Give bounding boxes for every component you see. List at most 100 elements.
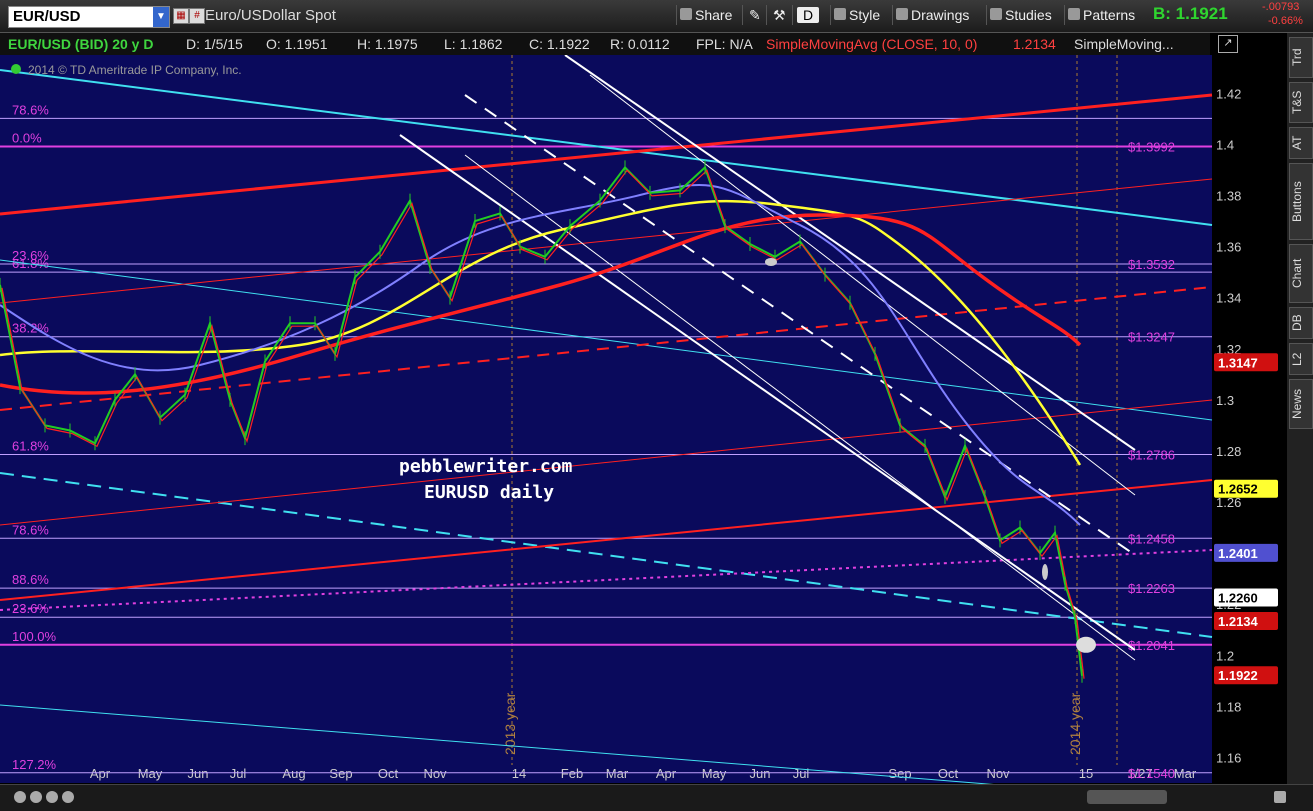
sma-value: 1.2134 [1013,36,1056,52]
bid-price: B: 1.1921 [1153,4,1228,23]
fib-label: 100.0% [12,629,57,644]
fpl-readout: FPL: N/A [696,36,753,52]
marker-dot [765,258,777,266]
fib-label: 78.6% [12,522,49,537]
chart-settings-icon[interactable]: ↗ [1218,35,1238,53]
zoom-in-icon[interactable] [30,791,42,803]
change-absolute: -.00793 [1262,1,1300,13]
chart-scrollbar[interactable] [1087,790,1167,804]
aggregation-button[interactable]: D [792,5,823,25]
x-tick-label: Oct [938,766,959,781]
date-readout: D: 1/5/15 [186,36,243,52]
copyright-text: 2014 © TD Ameritrade IP Company, Inc. [28,63,242,77]
symbol-input[interactable]: EUR/USD ▼ [8,6,170,28]
fib-price-label: $1.3247 [1128,330,1175,345]
x-tick-label: Jun [188,766,209,781]
y-tick-label: 1.16 [1216,750,1241,765]
sidebar-tab[interactable]: Trd [1289,37,1313,78]
marker-dot [1042,564,1048,580]
sma-label: SimpleMovingAvg (CLOSE, 10, 0) [766,36,978,52]
x-tick-label: Sep [888,766,911,781]
y-tick-label: 1.3 [1216,393,1234,408]
price-tag-value: 1.2134 [1218,614,1259,629]
zoom-out-icon[interactable] [14,791,26,803]
x-tick-label: 15 [1079,766,1093,781]
y-tick-label: 1.38 [1216,188,1241,203]
sidebar-tab[interactable]: Buttons [1289,163,1313,240]
x-tick-label: 14 [512,766,526,781]
x-tick-label: May [702,766,727,781]
fib-label: 127.2% [12,757,57,772]
change-percent: -0.66% [1268,15,1303,27]
expand-icon[interactable] [11,64,21,74]
sidebar-tab[interactable]: AT [1289,127,1313,159]
pencil-button[interactable]: ✎ [742,5,767,25]
alert-icon[interactable]: ▦ [173,8,189,24]
fib-price-label: $1.2263 [1128,581,1175,596]
close-readout: C: 1.1922 [529,36,590,52]
y-tick-label: 1.42 [1216,86,1241,101]
style-icon [834,8,846,20]
share-icon [680,8,692,20]
x-tick-label: Sep [329,766,352,781]
fib-price-label: $1.3532 [1128,257,1175,272]
x-tick-label: Feb [561,766,583,781]
x-tick-label: Mar [1174,766,1197,781]
high-readout: H: 1.1975 [357,36,418,52]
zoom-icon[interactable] [46,791,58,803]
fib-label: 0.0% [12,130,42,145]
y-tick-label: 1.4 [1216,137,1234,152]
x-tick-label: Aug [282,766,305,781]
zoom-fit-icon[interactable] [62,791,74,803]
x-tick-label: Mar [606,766,629,781]
marker-circle [1076,636,1096,653]
open-readout: O: 1.1951 [266,36,328,52]
y-tick-label: 1.34 [1216,291,1241,306]
instrument-label: EUR/USD (BID) 20 y D [8,36,154,52]
y-tick-label: 1.28 [1216,444,1241,459]
y-tick-label: 1.36 [1216,240,1241,255]
price-chart[interactable]: 1.421.41.381.361.341.321.31.281.261.241.… [0,55,1287,785]
sidebar-tab[interactable]: DB [1289,307,1313,339]
x-tick-label: May [138,766,163,781]
link-icon[interactable]: # [189,8,205,24]
sidebar-tab[interactable]: T&S [1289,82,1313,123]
sidebar-tab[interactable]: Chart [1289,244,1313,303]
studies-icon [990,8,1002,20]
sidebar-tab[interactable]: News [1289,379,1313,429]
pan-icon[interactable] [1274,791,1286,803]
x-tick-label: Nov [423,766,447,781]
symbol-description: Euro/USDollar Spot [205,7,336,24]
fib-price-label: $1.2041 [1128,638,1175,653]
y-tick-label: 1.18 [1216,699,1241,714]
sidebar-tab[interactable]: L2 [1289,343,1313,375]
x-tick-label: Apr [90,766,111,781]
fib-price-label: $1.1540 [1128,766,1175,781]
price-tag-value: 1.2260 [1218,591,1258,606]
sma2-label: SimpleMoving... [1074,36,1174,52]
range-readout: R: 0.0112 [610,36,670,52]
price-tag-value: 1.3147 [1218,355,1258,370]
watermark-site: pebblewriter.com [399,456,573,477]
year-label: 2014 year [1067,692,1083,755]
watermark-title: EURUSD daily [424,482,555,503]
style-button[interactable]: Style [830,5,886,25]
fib-price-label: $1.3992 [1128,139,1175,154]
patterns-button[interactable]: Patterns [1064,5,1141,25]
x-tick-label: Jun [750,766,771,781]
fib-label: 78.6% [12,102,49,117]
share-button[interactable]: Share [676,5,738,25]
x-tick-label: Jul [230,766,247,781]
drawings-button[interactable]: Drawings [892,5,975,25]
symbol-dropdown-icon[interactable]: ▼ [153,7,169,27]
fib-label: 61.8% [12,439,49,454]
fib-price-label: $1.2458 [1128,531,1175,546]
price-tag-value: 1.2652 [1218,482,1258,497]
wrench-button[interactable]: ⚒ [766,5,792,25]
studies-button[interactable]: Studies [986,5,1058,25]
price-tag-value: 1.2401 [1218,546,1258,561]
fib-label: 88.6% [12,572,49,587]
symbol-text: EUR/USD [13,8,81,25]
low-readout: L: 1.1862 [444,36,503,52]
drawings-icon [896,8,908,20]
